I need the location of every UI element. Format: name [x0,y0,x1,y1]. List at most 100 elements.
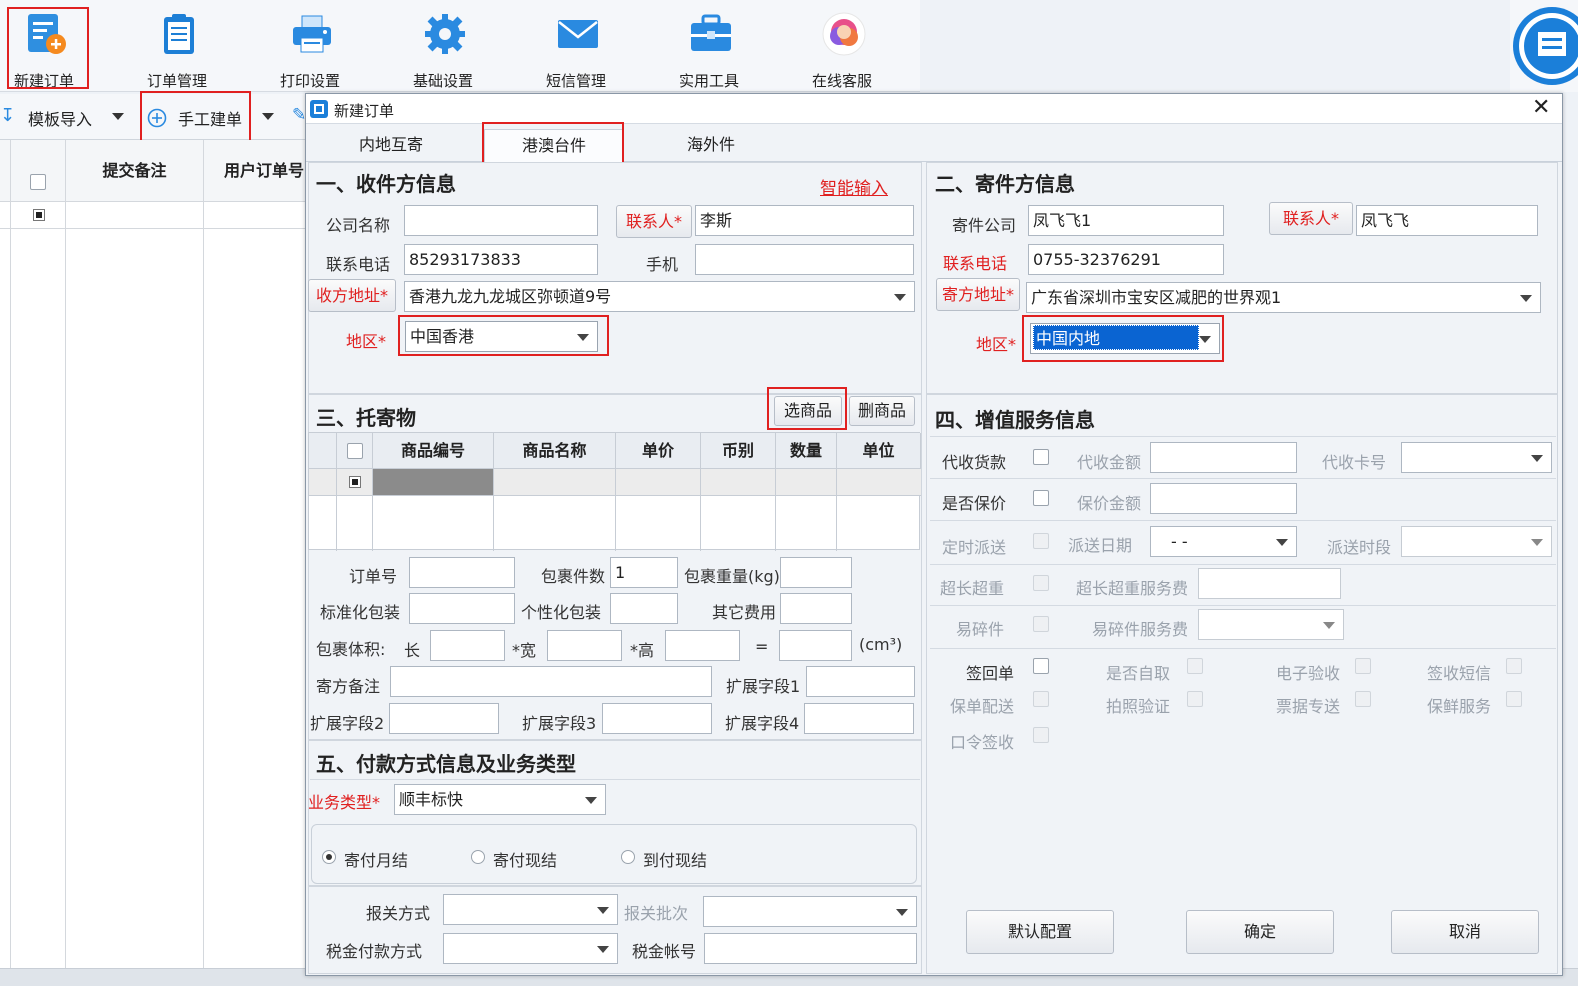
timed-delivery-checkbox[interactable] [1033,533,1049,549]
cancel-button[interactable]: 取消 [1391,910,1539,954]
pay-cash-label[interactable]: 寄付现结 [493,847,557,871]
recipient-contact-button[interactable]: 联系人* [616,205,692,238]
length-input[interactable] [430,630,505,661]
sender-remark-input[interactable] [390,666,712,697]
tax-account-input[interactable] [704,933,917,964]
photo-verify-checkbox[interactable] [1187,691,1203,707]
height-label: *高 [630,641,655,660]
cod-amount-input[interactable] [1150,442,1297,473]
tab-hk-macau-taiwan[interactable]: 港澳台件 [484,129,624,162]
recipient-region-select[interactable]: 中国香港 [405,321,598,352]
customs-method-select[interactable] [443,894,618,925]
default-config-button[interactable]: 默认配置 [966,910,1114,954]
cod-card-select[interactable] [1401,442,1552,473]
sender-address-input[interactable]: 广东省深圳市宝安区减肥的世界观1 [1026,282,1541,313]
chevron-down-icon[interactable] [112,113,124,120]
biz-type-select[interactable]: 顺丰标快 [394,784,606,815]
height-input[interactable] [665,630,740,661]
toolbar-label: 订单管理 [146,72,207,90]
toolbar-print-settings[interactable]: 打印设置 [260,6,360,90]
toolbar-online-support[interactable]: 在线客服 [792,6,892,90]
delete-goods-button[interactable]: 删商品 [849,396,915,426]
toolbar-new-order[interactable]: 新建订单 [0,6,94,90]
recipient-phone-input[interactable]: 85293173833 [404,244,598,275]
fragile-checkbox[interactable] [1033,616,1049,632]
customs-batch-select[interactable] [703,896,917,927]
goods-col[interactable]: 单位 [837,433,921,469]
row-checkbox[interactable] [33,209,45,221]
self-pickup-checkbox[interactable] [1187,658,1203,674]
policy-delivery-checkbox[interactable] [1033,691,1049,707]
goods-row-checkbox[interactable] [349,476,361,488]
ext4-input[interactable] [804,703,914,734]
custom-pack-input[interactable] [610,593,678,624]
toolbar-basic-settings[interactable]: 基础设置 [393,6,493,90]
width-input[interactable] [547,630,622,661]
weight-input[interactable] [780,557,852,588]
printer-icon[interactable] [1512,6,1578,86]
goods-col[interactable]: 商品名称 [494,433,616,469]
invoice-delivery-checkbox[interactable] [1355,691,1371,707]
pay-cod-label[interactable]: 到付现结 [643,847,707,871]
smart-input-link[interactable]: 智能输入 [820,174,888,199]
sender-contact-input[interactable]: 凤飞飞 [1356,205,1538,236]
goods-col[interactable]: 币别 [701,433,776,469]
toolbar-order-management[interactable]: 订单管理 [127,6,227,90]
fragile-fee-select[interactable] [1198,609,1344,640]
pay-monthly-radio[interactable] [322,850,336,864]
recipient-address-button[interactable]: 收方地址* [308,279,396,312]
oversize-fee-input[interactable] [1198,568,1341,599]
grid-header-remark[interactable]: 提交备注 [66,140,204,202]
oversize-checkbox[interactable] [1033,575,1049,591]
sign-return-checkbox[interactable] [1033,658,1049,674]
password-sign-checkbox[interactable] [1033,727,1049,743]
sender-region-value: 中国内地 [1033,325,1199,350]
e-acceptance-checkbox[interactable] [1355,658,1371,674]
select-all-checkbox[interactable] [30,174,46,190]
ext3-input[interactable] [602,703,712,734]
pay-monthly-label[interactable]: 寄付月结 [344,847,408,871]
recipient-address-input[interactable]: 香港九龙九龙城区弥顿道9号 [404,281,915,312]
pay-cod-radio[interactable] [621,850,635,864]
other-fee-input[interactable] [780,593,852,624]
ext1-input[interactable] [806,666,915,697]
grid-row[interactable] [0,202,306,229]
insure-checkbox[interactable] [1033,490,1049,506]
chevron-down-icon[interactable] [262,113,274,120]
goods-selected-cell[interactable] [373,469,494,495]
manual-order-button[interactable]: 手工建单 [178,106,242,130]
recipient-contact-input[interactable]: 李斯 [695,205,914,236]
tab-overseas[interactable]: 海外件 [636,129,786,162]
sender-region-select[interactable]: 中国内地 [1030,323,1220,354]
tax-pay-select[interactable] [443,933,618,964]
sender-company-input[interactable]: 凤飞飞1 [1028,205,1224,236]
select-goods-button[interactable]: 选商品 [774,396,842,426]
recipient-mobile-input[interactable] [695,244,914,275]
insure-amount-input[interactable] [1150,483,1297,514]
recipient-company-input[interactable] [404,205,598,236]
goods-select-all-checkbox[interactable] [347,443,363,459]
sender-contact-button[interactable]: 联系人* [1269,202,1353,235]
sign-sms-checkbox[interactable] [1506,658,1522,674]
ok-button[interactable]: 确定 [1186,910,1334,954]
volume-result-input[interactable] [779,630,852,661]
sender-phone-input[interactable]: 0755-32376291 [1028,244,1224,275]
ext2-input[interactable] [389,703,499,734]
cod-checkbox[interactable] [1033,449,1049,465]
fresh-service-checkbox[interactable] [1506,691,1522,707]
goods-col[interactable]: 单价 [616,433,701,469]
toolbar-sms-management[interactable]: 短信管理 [526,6,626,90]
goods-col[interactable]: 数量 [776,433,837,469]
tab-mainland[interactable]: 内地互寄 [316,129,466,162]
std-pack-input[interactable] [409,593,515,624]
pieces-input[interactable]: 1 [610,557,678,588]
pay-cash-radio[interactable] [471,850,485,864]
order-no-input[interactable] [409,557,515,588]
delivery-date-picker[interactable]: - - [1150,526,1297,557]
delivery-period-select[interactable] [1401,526,1552,557]
template-import-button[interactable]: 模板导入 [28,106,92,130]
toolbar-tools[interactable]: 实用工具 [659,6,759,90]
goods-col[interactable]: 商品编号 [373,433,494,469]
sender-address-button[interactable]: 寄方地址* [936,278,1020,311]
close-icon[interactable]: ✕ [1532,95,1550,121]
